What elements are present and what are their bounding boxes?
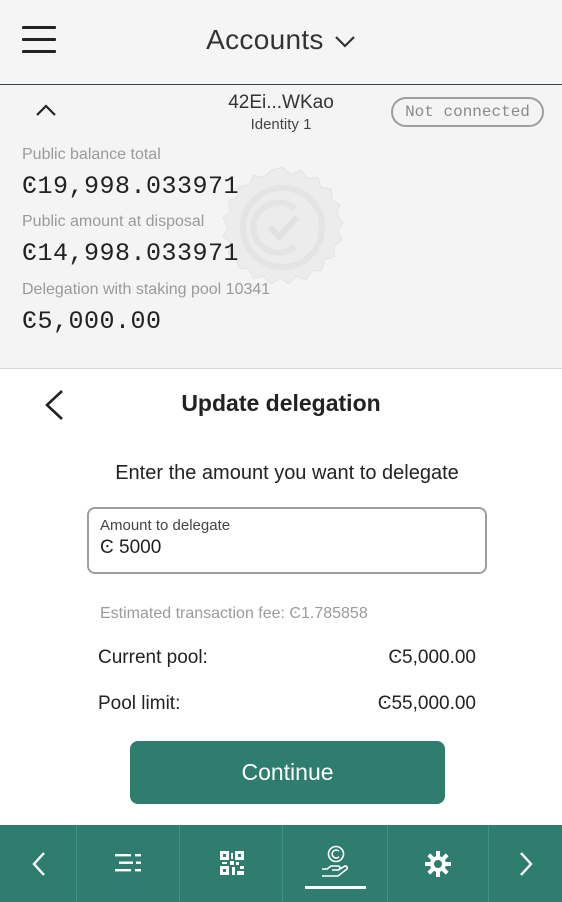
- nav-delegation[interactable]: [282, 825, 388, 902]
- pool-limit-label: Pool limit:: [98, 693, 181, 714]
- delegation-icon: [322, 845, 349, 877]
- list-icon: [115, 854, 141, 872]
- estimated-fee: Estimated transaction fee: Ͼ1.785858: [100, 605, 368, 622]
- at-disposal-label: Public amount at disposal: [22, 213, 205, 230]
- next-icon: [520, 852, 533, 876]
- panel-title: Update delegation: [181, 390, 381, 416]
- amount-field[interactable]: Amount to delegate: [87, 507, 487, 574]
- amount-field-label: Amount to delegate: [100, 517, 231, 534]
- accounts-dropdown[interactable]: Accounts: [0, 24, 562, 56]
- nav-previous[interactable]: [0, 825, 76, 902]
- app-header: Accounts: [0, 0, 562, 85]
- previous-icon: [32, 852, 45, 876]
- at-disposal-value: Ͼ14,998.033971: [22, 239, 240, 268]
- active-tab-indicator: [305, 886, 366, 889]
- qr-code-icon: [220, 851, 244, 875]
- connection-status-badge: Not connected: [391, 97, 544, 127]
- public-balance-label: Public balance total: [22, 146, 161, 163]
- delegation-value: Ͼ5,000.00: [22, 307, 162, 336]
- current-pool-value: Ͼ5,000.00: [388, 647, 476, 668]
- nav-transactions[interactable]: [76, 825, 180, 902]
- nav-settings[interactable]: [387, 825, 489, 902]
- page-title: Accounts: [206, 24, 324, 55]
- nav-qr[interactable]: [179, 825, 283, 902]
- continue-button[interactable]: Continue: [130, 741, 445, 804]
- amount-input[interactable]: [100, 537, 460, 559]
- nav-next[interactable]: [488, 825, 562, 902]
- settings-icon: [425, 851, 451, 877]
- chevron-down-icon: [335, 35, 355, 48]
- current-pool-label: Current pool:: [98, 647, 208, 668]
- bottom-nav: [0, 825, 562, 902]
- delegation-label: Delegation with staking pool 10341: [22, 281, 271, 298]
- instruction-text: Enter the amount you want to delegate: [115, 462, 459, 484]
- pool-limit-value: Ͼ55,000.00: [377, 693, 476, 714]
- public-balance-value: Ͼ19,998.033971: [22, 172, 240, 201]
